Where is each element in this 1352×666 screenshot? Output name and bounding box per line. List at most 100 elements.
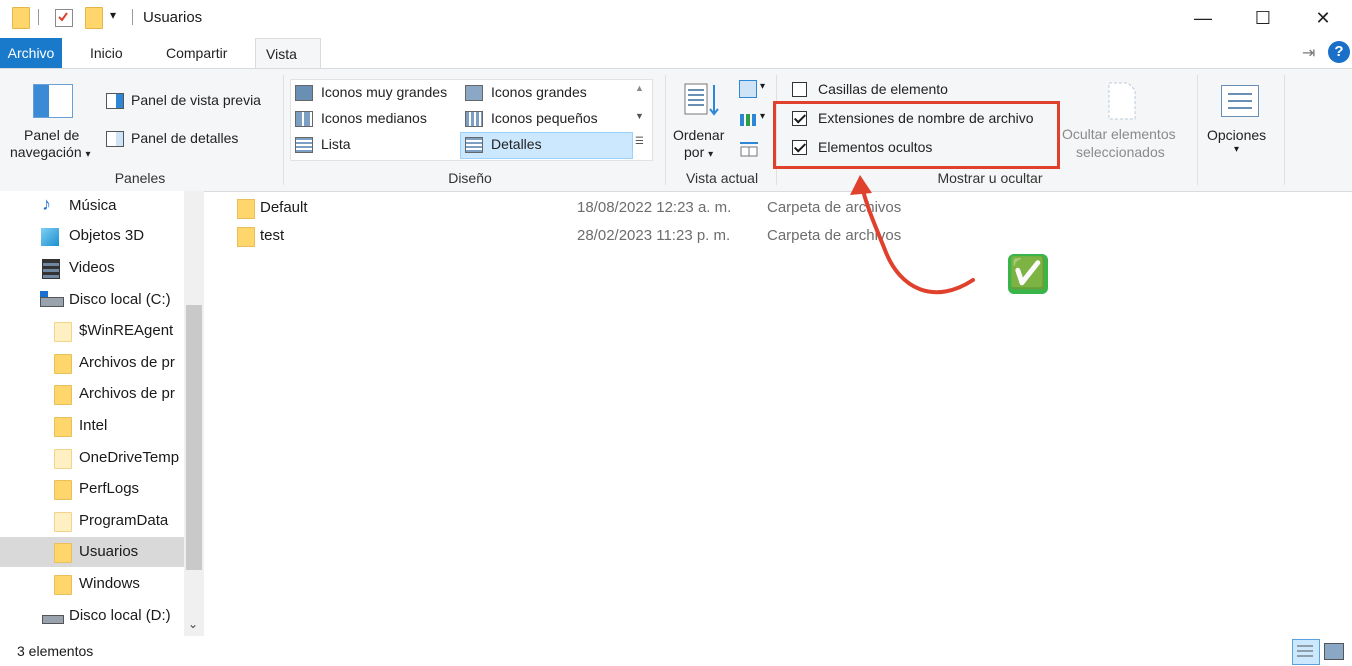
close-button[interactable]: ✕ bbox=[1300, 0, 1346, 36]
status-bar: 3 elementos bbox=[0, 637, 1352, 666]
hide-selected-items-icon bbox=[1106, 81, 1138, 121]
item-count: 3 elementos bbox=[17, 643, 94, 659]
nav-item-archivos-de-programa-x86[interactable]: Archivos de pr bbox=[0, 379, 184, 409]
gallery-scroll-down-icon[interactable]: ▼ bbox=[635, 111, 644, 121]
sort-by-icon bbox=[684, 82, 720, 118]
pin-ribbon-icon[interactable]: ⇥ bbox=[1302, 43, 1315, 63]
folder-icon bbox=[54, 480, 72, 500]
layout-list[interactable]: Lista bbox=[321, 136, 351, 152]
highlight-box bbox=[773, 101, 1060, 169]
file-date: 28/02/2023 11:23 p. m. bbox=[577, 227, 731, 244]
annotation-arrow bbox=[850, 175, 975, 295]
chevron-down-icon: ▾ bbox=[760, 81, 766, 92]
preview-pane-button[interactable]: Panel de vista previa bbox=[131, 92, 261, 108]
properties-icon[interactable] bbox=[55, 9, 73, 27]
customize-toolbar-icon[interactable]: ▾ bbox=[110, 8, 116, 22]
nav-scrollbar-thumb[interactable] bbox=[186, 305, 202, 570]
minimize-button[interactable]: — bbox=[1180, 0, 1226, 36]
item-checkboxes-checkbox[interactable] bbox=[792, 82, 807, 97]
folder-icon bbox=[54, 543, 72, 563]
details-view-icon[interactable] bbox=[1292, 639, 1320, 665]
preview-pane-icon bbox=[106, 93, 124, 109]
music-icon: ♪ bbox=[42, 194, 51, 214]
nav-item-label: Archivos de pr bbox=[79, 385, 175, 402]
nav-item-windows[interactable]: Windows bbox=[0, 569, 184, 599]
nav-item-onedrivetemp[interactable]: OneDriveTemp bbox=[0, 443, 184, 473]
nav-item-videos[interactable]: Videos bbox=[0, 253, 184, 283]
layout-details-selected[interactable] bbox=[460, 132, 633, 159]
medium-icons-icon bbox=[295, 111, 313, 127]
new-folder-icon[interactable] bbox=[85, 7, 103, 29]
nav-item-objetos-3d[interactable]: Objetos 3D bbox=[0, 221, 184, 251]
divider bbox=[132, 9, 133, 25]
group-divider bbox=[1197, 75, 1198, 185]
tab-inicio[interactable]: Inicio bbox=[80, 38, 133, 68]
add-columns-icon[interactable] bbox=[739, 111, 757, 127]
navigation-pane-icon bbox=[33, 84, 73, 118]
group-label-vista-actual: Vista actual bbox=[685, 170, 759, 186]
nav-item-disco-d[interactable]: Disco local (D:) bbox=[0, 601, 184, 631]
layout-details[interactable]: Detalles bbox=[491, 136, 542, 152]
nav-item-label: OneDriveTemp bbox=[79, 449, 180, 466]
hide-selected-items-label-2: seleccionados bbox=[1076, 144, 1165, 160]
ribbon-tabs: Archivo Inicio Compartir Vista ⇥ ? bbox=[0, 38, 1352, 69]
file-row[interactable]: Default 18/08/2022 12:23 a. m. Carpeta d… bbox=[232, 194, 932, 222]
item-checkboxes-label[interactable]: Casillas de elemento bbox=[818, 81, 948, 97]
hide-selected-items-button[interactable]: Ocultar elementos bbox=[1062, 126, 1176, 142]
layout-large-icons[interactable]: Iconos grandes bbox=[491, 84, 587, 100]
file-row[interactable]: test 28/02/2023 11:23 p. m. Carpeta de a… bbox=[232, 222, 932, 250]
tab-vista[interactable]: Vista bbox=[255, 38, 321, 69]
gallery-more-icon[interactable]: ☰ bbox=[635, 136, 644, 147]
nav-item-programdata[interactable]: ProgramData bbox=[0, 506, 184, 536]
nav-item-disco-c[interactable]: Disco local (C:) bbox=[0, 285, 184, 315]
details-pane-icon bbox=[106, 131, 124, 147]
file-date: 18/08/2022 12:23 a. m. bbox=[577, 199, 732, 216]
tab-archivo[interactable]: Archivo bbox=[0, 38, 62, 68]
nav-item-intel[interactable]: Intel bbox=[0, 411, 184, 441]
sort-by-button[interactable]: Ordenar bbox=[673, 127, 724, 143]
nav-item-perflogs[interactable]: PerfLogs bbox=[0, 474, 184, 504]
drive-icon bbox=[40, 297, 64, 307]
navigation-pane-button-label[interactable]: navegación ▾ bbox=[10, 144, 91, 160]
navigation-pane-label-2: navegación bbox=[10, 144, 82, 160]
size-columns-icon[interactable] bbox=[739, 139, 759, 157]
folder-icon bbox=[54, 575, 72, 595]
layout-medium-icons[interactable]: Iconos medianos bbox=[321, 110, 427, 126]
nav-item-label: Archivos de pr bbox=[79, 354, 175, 371]
gallery-scroll-up-icon[interactable]: ▲ bbox=[635, 83, 644, 93]
title-bar: ▾ Usuarios — ☐ ✕ bbox=[0, 0, 1352, 36]
3d-objects-icon bbox=[41, 228, 59, 246]
nav-item-archivos-de-programa[interactable]: Archivos de pr bbox=[0, 348, 184, 378]
help-icon[interactable]: ? bbox=[1328, 41, 1350, 63]
group-by-icon[interactable] bbox=[739, 80, 757, 98]
group-divider bbox=[1284, 75, 1285, 185]
divider bbox=[38, 9, 39, 25]
nav-item-label: Intel bbox=[79, 417, 108, 434]
chevron-down-icon: ▾ bbox=[85, 149, 91, 160]
nav-item-label: PerfLogs bbox=[79, 480, 140, 497]
windows-logo-icon bbox=[40, 291, 48, 297]
nav-item-usuarios[interactable]: Usuarios bbox=[0, 537, 184, 567]
navigation-pane-button[interactable]: Panel de bbox=[24, 127, 79, 143]
sort-by-button-label[interactable]: por ▾ bbox=[684, 144, 713, 160]
tab-compartir[interactable]: Compartir bbox=[156, 38, 237, 68]
nav-item-label: $WinREAgent bbox=[79, 322, 174, 339]
extra-large-icons-icon bbox=[295, 85, 313, 101]
nav-item-label: Música bbox=[69, 197, 117, 214]
videos-icon bbox=[42, 259, 60, 279]
ribbon: Panel de navegación ▾ Panel de vista pre… bbox=[0, 68, 1352, 192]
group-label-paneles: Paneles bbox=[114, 170, 166, 186]
layout-small-icons[interactable]: Iconos pequeños bbox=[491, 110, 598, 126]
nav-item-label: Windows bbox=[79, 575, 140, 592]
options-button[interactable]: Opciones bbox=[1207, 127, 1266, 143]
details-pane-button[interactable]: Panel de detalles bbox=[131, 130, 238, 146]
nav-item-label: Usuarios bbox=[79, 543, 139, 560]
nav-item-musica[interactable]: ♪ Música bbox=[0, 191, 184, 221]
list-icon bbox=[295, 137, 313, 153]
scroll-down-icon[interactable]: ⌄ bbox=[188, 617, 198, 631]
maximize-button[interactable]: ☐ bbox=[1240, 0, 1286, 36]
nav-item-winreagent[interactable]: $WinREAgent bbox=[0, 316, 184, 346]
small-icons-icon bbox=[465, 111, 483, 127]
large-icons-view-icon[interactable] bbox=[1324, 643, 1344, 660]
layout-extra-large-icons[interactable]: Iconos muy grandes bbox=[321, 84, 447, 100]
